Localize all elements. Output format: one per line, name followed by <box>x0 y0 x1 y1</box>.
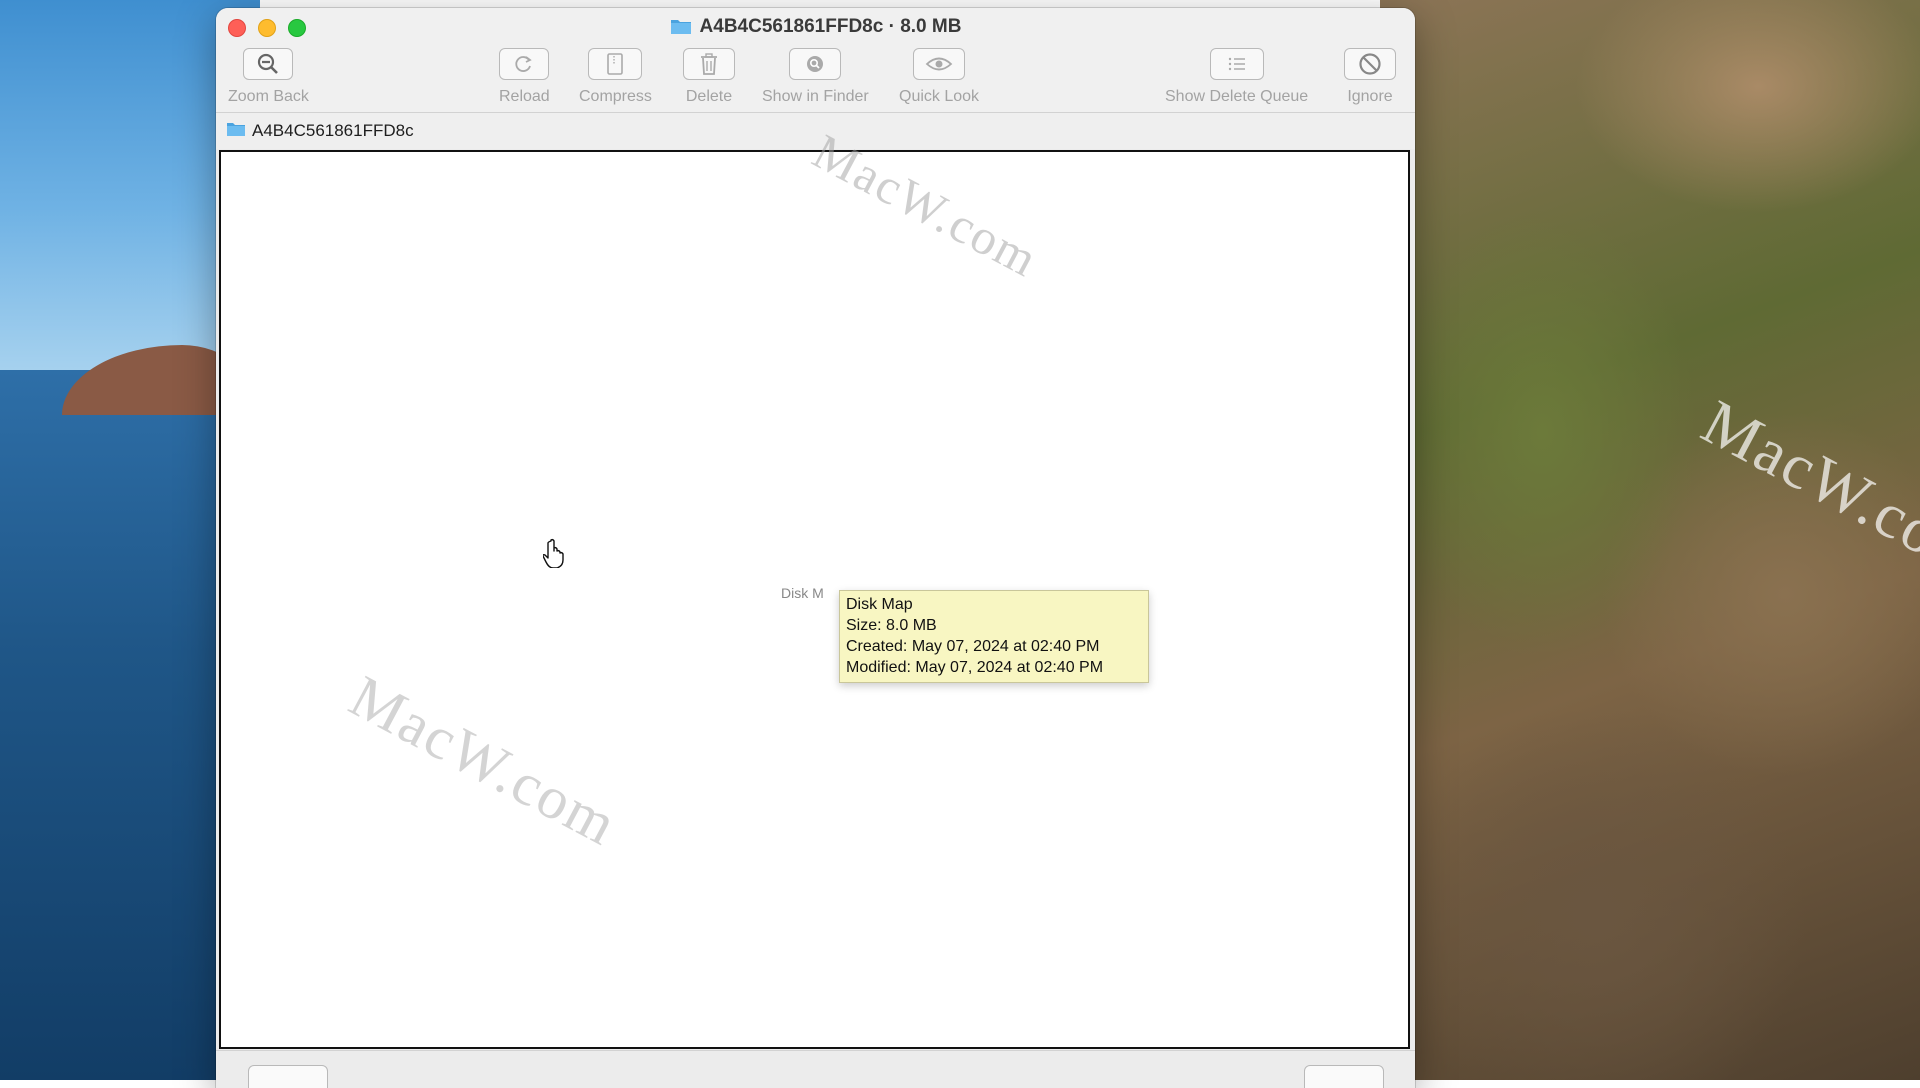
wallpaper-mountain <box>1380 0 1920 1080</box>
zoom-out-icon <box>243 48 294 80</box>
tooltip-size: Size: 8.0 MB <box>846 617 937 634</box>
delete-label: Delete <box>685 88 733 105</box>
hand-cursor-icon <box>543 538 564 568</box>
disk-map[interactable]: Disk M MacW.com MacW.com <box>219 123 1410 1049</box>
delete-button[interactable]: Delete <box>683 48 735 106</box>
show-in-finder-label: Show in Finder <box>762 88 869 105</box>
list-icon <box>1209 48 1264 80</box>
zoom-back-button[interactable]: Zoom Back <box>228 48 309 106</box>
bottom-right-button[interactable] <box>1304 1065 1384 1088</box>
window-title: A4B4C561861FFD8c · 8.0 MB <box>216 16 1415 41</box>
app-window: A4B4C561861FFD8c · 8.0 MB Zoom Back Relo… <box>216 8 1415 1088</box>
tooltip-modified: Modified: May 07, 2024 at 02:40 PM <box>846 659 1104 676</box>
prohibit-icon <box>1344 48 1396 80</box>
zoom-back-label: Zoom Back <box>228 88 309 105</box>
show-delete-queue-button[interactable]: Show Delete Queue <box>1165 48 1308 106</box>
folder-icon <box>670 17 692 41</box>
ignore-label: Ignore <box>1347 88 1393 105</box>
bottom-bar <box>216 1050 1415 1088</box>
disk-map-tooltip: Disk Map Size: 8.0 MB Created: May 07, 2… <box>839 590 1149 683</box>
watermark-center: MacW.com <box>339 662 629 859</box>
bottom-left-button[interactable] <box>248 1065 328 1088</box>
compress-label: Compress <box>579 88 652 105</box>
quick-look-button[interactable]: Quick Look <box>899 48 979 106</box>
reload-icon <box>499 48 550 80</box>
folder-icon <box>226 121 246 142</box>
finder-search-icon <box>789 48 842 80</box>
compress-button[interactable]: Compress <box>579 48 652 106</box>
reload-button[interactable]: Reload <box>499 48 550 106</box>
tooltip-name: Disk Map <box>846 596 913 613</box>
disk-map-label: Disk M <box>781 585 824 601</box>
trash-icon <box>683 48 735 80</box>
show-in-finder-button[interactable]: Show in Finder <box>762 48 869 106</box>
path-item-folder[interactable]: A4B4C561861FFD8c <box>252 121 414 141</box>
quick-look-label: Quick Look <box>899 88 980 105</box>
titlebar: A4B4C561861FFD8c · 8.0 MB Zoom Back Relo… <box>216 8 1415 113</box>
compress-icon <box>588 48 643 80</box>
ignore-button[interactable]: Ignore <box>1344 48 1396 106</box>
path-bar: A4B4C561861FFD8c <box>216 113 1415 149</box>
show-delete-queue-label: Show Delete Queue <box>1165 88 1309 105</box>
tooltip-created: Created: May 07, 2024 at 02:40 PM <box>846 638 1100 655</box>
window-title-text: A4B4C561861FFD8c · 8.0 MB <box>699 16 962 37</box>
eye-icon <box>913 48 966 80</box>
reload-label: Reload <box>499 88 550 105</box>
